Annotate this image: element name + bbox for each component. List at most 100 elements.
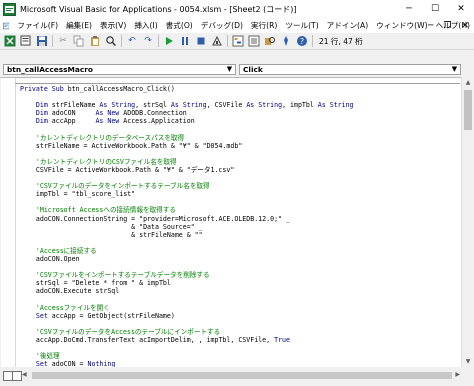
menu-edit[interactable]: 編集(E) bbox=[62, 20, 96, 31]
find-icon[interactable] bbox=[105, 35, 117, 47]
run-icon[interactable] bbox=[163, 35, 175, 47]
code-line[interactable] bbox=[20, 344, 460, 352]
bottom-bar: ◀ ▶ bbox=[0, 367, 474, 386]
code-line[interactable]: CSVFile = ActiveWorkbook.Path & "¥" & "デ… bbox=[20, 166, 460, 174]
code-line[interactable]: Dim strFileName As String, strSql As Str… bbox=[20, 101, 460, 109]
code-keyword: As String bbox=[317, 101, 354, 110]
paste-icon[interactable] bbox=[89, 35, 101, 47]
vertical-scroll-thumb[interactable] bbox=[464, 90, 472, 130]
code-text: ADODB.Connection bbox=[123, 109, 187, 118]
object-browser-icon[interactable] bbox=[264, 35, 276, 47]
code-line[interactable]: 'CSVファイルのデータをインポートするテーブル名を取得 bbox=[20, 182, 460, 190]
code-line[interactable]: strFileName = ActiveWorkbook.Path & "¥" … bbox=[20, 142, 460, 150]
chevron-down-icon[interactable]: ▼ bbox=[450, 65, 459, 74]
toolbox-icon[interactable] bbox=[280, 35, 292, 47]
break-icon[interactable] bbox=[179, 35, 191, 47]
code-line[interactable] bbox=[20, 198, 460, 206]
scroll-down-icon[interactable]: ▼ bbox=[462, 356, 474, 367]
menu-run[interactable]: 実行(R) bbox=[247, 20, 281, 31]
code-line[interactable]: 'Accessファイルを開く bbox=[20, 304, 460, 312]
menu-addins[interactable]: アドイン(A) bbox=[323, 20, 373, 31]
horizontal-scrollbar[interactable]: ◀ ▶ bbox=[22, 371, 460, 380]
chevron-down-icon[interactable]: ▼ bbox=[225, 65, 234, 74]
procedure-combobox[interactable]: Click ▼ bbox=[239, 64, 461, 75]
code-text: accApp bbox=[51, 117, 96, 126]
code-line[interactable]: 'Microsoft Accessへの接続情報を取得する bbox=[20, 206, 460, 214]
menu-format[interactable]: 書式(O) bbox=[162, 20, 197, 31]
code-line[interactable]: impTbl = "tbl_score_list" bbox=[20, 190, 460, 198]
code-text: btn_callAccessMacro_Click() bbox=[67, 85, 175, 93]
code-text: adoCON.Open bbox=[20, 254, 80, 263]
menu-file[interactable]: ファイル(F) bbox=[13, 20, 62, 31]
code-text: accApp.DoCmd.TransferText acImportDelim,… bbox=[20, 335, 275, 344]
copy-icon[interactable] bbox=[73, 35, 85, 47]
scroll-up-icon[interactable]: ▲ bbox=[462, 77, 474, 88]
code-comment: 'カレントディレクトリのデータベースパスを取得 bbox=[20, 133, 185, 142]
menu-insert[interactable]: 挿入(I) bbox=[130, 20, 161, 31]
code-line[interactable]: Dim adoCON As New ADODB.Connection bbox=[20, 109, 460, 117]
maximize-button[interactable]: ☐ bbox=[422, 0, 448, 18]
reset-icon[interactable] bbox=[195, 35, 207, 47]
margin-indicator-bar[interactable] bbox=[1, 78, 16, 368]
scroll-right-icon[interactable]: ▶ bbox=[455, 371, 460, 378]
code-line[interactable]: Dim accApp As New Access.Application bbox=[20, 117, 460, 125]
procedure-combobox-value: Click bbox=[243, 65, 263, 74]
insert-module-icon[interactable] bbox=[20, 35, 32, 47]
child-close-button[interactable]: ✕ bbox=[456, 21, 474, 31]
help-icon[interactable]: ? bbox=[296, 35, 308, 47]
code-line[interactable] bbox=[20, 320, 460, 328]
code-text: strFileName bbox=[51, 101, 100, 110]
undo-icon[interactable]: ↶ bbox=[126, 35, 138, 47]
code-line[interactable] bbox=[20, 125, 460, 133]
code-line[interactable]: 'CSVファイルをインポートするテーブルデータを削除する bbox=[20, 271, 460, 279]
code-comment: '後処理 bbox=[20, 352, 60, 361]
vertical-scrollbar[interactable]: ▲ ▼ bbox=[461, 77, 474, 367]
code-line[interactable] bbox=[20, 263, 460, 271]
horizontal-scroll-thumb[interactable] bbox=[32, 372, 452, 379]
code-line[interactable]: Set accApp = GetObject(strFileName) bbox=[20, 312, 460, 320]
save-icon[interactable] bbox=[36, 35, 48, 47]
menu-debug[interactable]: デバッグ(D) bbox=[197, 20, 247, 31]
code-line[interactable] bbox=[20, 150, 460, 158]
full-module-view-button[interactable] bbox=[12, 371, 22, 381]
code-line[interactable]: adoCON.Execute strSql bbox=[20, 287, 460, 295]
code-line[interactable]: adoCON.ConnectionString = "provider=Micr… bbox=[20, 215, 460, 223]
code-line[interactable]: & strFileName & "" bbox=[20, 231, 460, 239]
child-restore-button[interactable]: ❐ bbox=[438, 21, 456, 31]
code-line[interactable] bbox=[20, 174, 460, 182]
code-line[interactable]: strSql = "Delete * from " & impTbl bbox=[20, 279, 460, 287]
menu-view[interactable]: 表示(V) bbox=[96, 20, 130, 31]
code-line[interactable]: & "Data Source=" _ bbox=[20, 223, 460, 231]
properties-window-icon[interactable] bbox=[248, 35, 260, 47]
code-line[interactable]: '後処理 bbox=[20, 352, 460, 360]
close-button[interactable]: ✕ bbox=[448, 0, 474, 18]
code-line[interactable]: accApp.DoCmd.TransferText acImportDelim,… bbox=[20, 336, 460, 344]
code-area[interactable]: Private Sub btn_callAccessMacro_Click() … bbox=[15, 81, 460, 368]
cut-icon[interactable]: ✂ bbox=[57, 35, 69, 47]
code-line[interactable]: Private Sub btn_callAccessMacro_Click() bbox=[20, 85, 460, 93]
code-text: impTbl = "tbl_score_list" bbox=[20, 190, 136, 199]
redo-icon[interactable]: ↷ bbox=[142, 35, 154, 47]
scroll-left-icon[interactable]: ◀ bbox=[22, 371, 27, 378]
code-line[interactable]: 'CSVファイルのデータをAccessのテーブルにインポートする bbox=[20, 328, 460, 336]
design-mode-icon[interactable] bbox=[211, 35, 223, 47]
menu-bar: ファイル(F) 編集(E) 表示(V) 挿入(I) 書式(O) デバッグ(D) … bbox=[0, 18, 474, 34]
code-line[interactable] bbox=[20, 93, 460, 101]
minimize-button[interactable]: ─ bbox=[396, 0, 422, 18]
code-line[interactable]: adoCON.Open bbox=[20, 255, 460, 263]
menu-tools[interactable]: ツール(T) bbox=[281, 20, 322, 31]
child-minimize-button[interactable]: ─ bbox=[423, 21, 438, 31]
object-combobox[interactable]: btn_callAccessMacro ▼ bbox=[3, 64, 236, 75]
code-line[interactable]: 'カレントディレクトリのCSVファイル名を取得 bbox=[20, 158, 460, 166]
toolbar-separator bbox=[52, 35, 53, 47]
code-editor[interactable]: Private Sub btn_callAccessMacro_Click() … bbox=[1, 77, 461, 368]
excel-icon[interactable] bbox=[4, 35, 16, 47]
code-line[interactable]: 'カレントディレクトリのデータベースパスを取得 bbox=[20, 134, 460, 142]
project-explorer-icon[interactable] bbox=[232, 35, 244, 47]
procedure-separator bbox=[15, 83, 460, 84]
code-window-icon[interactable] bbox=[3, 21, 10, 31]
code-line[interactable] bbox=[20, 239, 460, 247]
code-line[interactable] bbox=[20, 295, 460, 303]
code-line[interactable]: 'Accessに接続する bbox=[20, 247, 460, 255]
code-keyword: Dim bbox=[35, 109, 52, 118]
